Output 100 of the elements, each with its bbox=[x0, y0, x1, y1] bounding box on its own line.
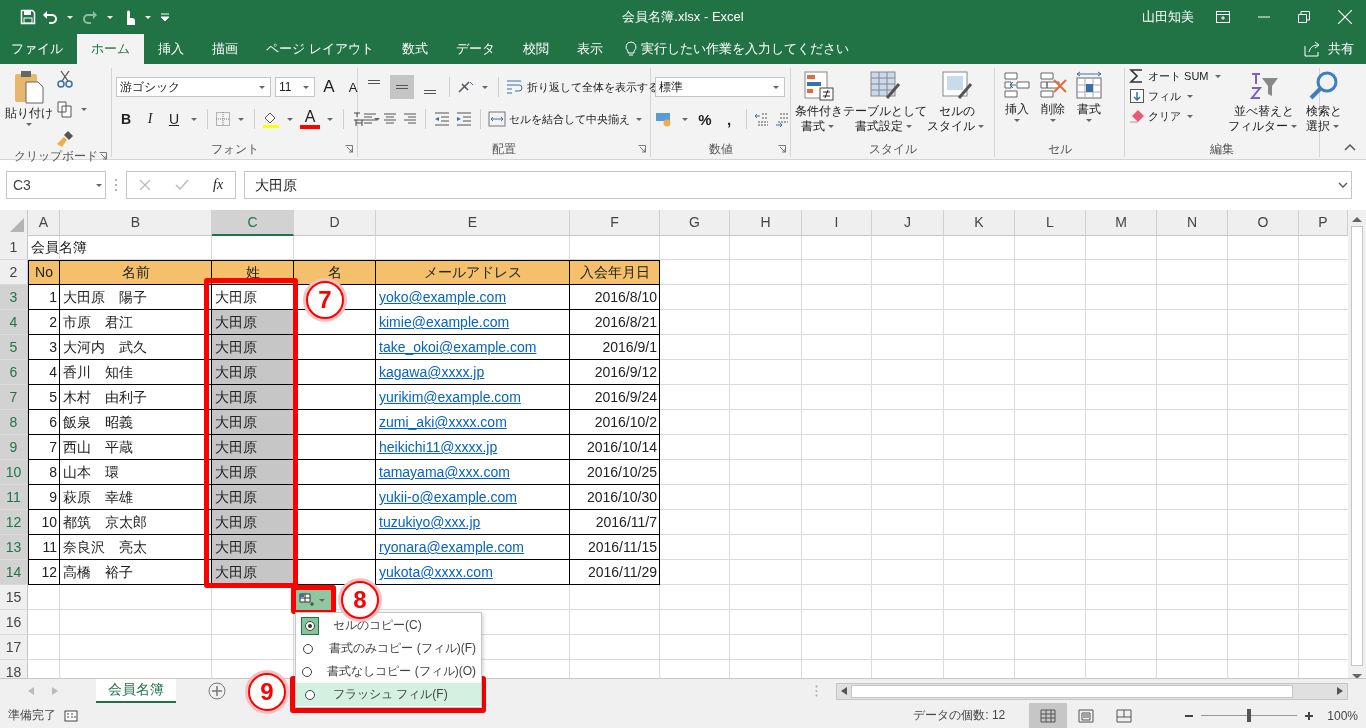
decrease-decimal-icon[interactable] bbox=[774, 111, 790, 127]
row-header[interactable]: 3 bbox=[0, 285, 28, 310]
column-header[interactable]: L bbox=[1015, 210, 1086, 236]
row-header[interactable]: 7 bbox=[0, 385, 28, 410]
ribbon-tab[interactable]: 描画 bbox=[198, 34, 252, 64]
drag-handle-icon[interactable] bbox=[114, 178, 118, 192]
menu-item[interactable]: フラッシュ フィル(F) bbox=[296, 683, 481, 706]
row-header[interactable]: 2 bbox=[0, 260, 28, 285]
vertical-align-button[interactable] bbox=[390, 75, 414, 99]
table-cell[interactable]: 大田原 bbox=[212, 385, 294, 410]
undo-icon[interactable] bbox=[42, 9, 58, 25]
column-header[interactable]: H bbox=[730, 210, 802, 236]
row-header[interactable]: 1 bbox=[0, 235, 28, 260]
row-header[interactable]: 13 bbox=[0, 535, 28, 560]
expand-formula-bar-icon[interactable] bbox=[1338, 182, 1348, 188]
increase-indent-icon[interactable] bbox=[455, 111, 473, 127]
font-size-field[interactable]: 11 bbox=[275, 77, 315, 97]
table-cell[interactable]: 大田原 bbox=[212, 485, 294, 510]
column-header[interactable]: I bbox=[802, 210, 872, 236]
email-link[interactable]: heikichi11@xxxx.jp bbox=[379, 439, 498, 455]
email-link[interactable]: tamayama@xxx.com bbox=[379, 464, 510, 480]
row-header[interactable]: 10 bbox=[0, 460, 28, 485]
column-header[interactable]: N bbox=[1157, 210, 1228, 236]
horizontal-scrollbar[interactable] bbox=[836, 682, 1348, 700]
enter-check-icon[interactable] bbox=[175, 179, 189, 191]
row-header[interactable]: 16 bbox=[0, 610, 28, 635]
column-header[interactable]: J bbox=[872, 210, 944, 236]
ribbon-tab[interactable]: ページ レイアウト bbox=[252, 34, 388, 64]
find-select-button[interactable]: 検索と 選択 bbox=[1303, 68, 1344, 136]
table-cell[interactable]: 大田原 bbox=[212, 435, 294, 460]
scroll-up-icon[interactable] bbox=[1352, 216, 1362, 222]
scissors-icon[interactable] bbox=[56, 70, 74, 88]
copy-icon[interactable] bbox=[56, 100, 74, 118]
cells-button[interactable]: 挿入 bbox=[999, 68, 1035, 124]
email-link[interactable]: kimie@example.com bbox=[379, 314, 510, 330]
scrollbar-thumb[interactable] bbox=[851, 684, 1293, 698]
email-link[interactable]: yurikim@example.com bbox=[379, 389, 521, 405]
dialog-launcher-icon[interactable] bbox=[638, 145, 646, 153]
table-cell[interactable]: 大田原 bbox=[212, 510, 294, 535]
email-link[interactable]: yoko@example.com bbox=[379, 289, 507, 305]
row-header[interactable]: 4 bbox=[0, 310, 28, 335]
row-header[interactable]: 9 bbox=[0, 435, 28, 460]
macro-record-icon[interactable] bbox=[64, 709, 78, 722]
vertical-scrollbar[interactable] bbox=[1348, 210, 1366, 678]
bold-button[interactable]: B bbox=[116, 108, 136, 130]
fill-color-icon[interactable] bbox=[262, 110, 280, 128]
email-link[interactable]: yukii-o@example.com bbox=[379, 489, 517, 505]
phonetic-guide-icon[interactable] bbox=[351, 111, 367, 127]
table-cell[interactable]: 大田原 bbox=[212, 360, 294, 385]
column-header[interactable]: B bbox=[60, 210, 212, 236]
row-header[interactable]: 8 bbox=[0, 410, 28, 435]
row-header[interactable]: 6 bbox=[0, 360, 28, 385]
increase-decimal-icon[interactable] bbox=[754, 111, 770, 127]
column-header[interactable]: D bbox=[294, 210, 376, 236]
ribbon-tab[interactable]: 挿入 bbox=[144, 34, 198, 64]
sheet-tab[interactable]: 会員名簿 bbox=[96, 679, 176, 703]
horizontal-align-icon[interactable] bbox=[382, 111, 398, 127]
scroll-left-icon[interactable] bbox=[841, 687, 847, 695]
scrollbar-thumb[interactable] bbox=[1351, 226, 1363, 666]
email-link[interactable]: zumi_aki@xxxx.com bbox=[379, 414, 507, 430]
table-cell[interactable]: 大田原 bbox=[212, 560, 294, 585]
new-sheet-icon[interactable] bbox=[208, 682, 226, 700]
column-header[interactable]: O bbox=[1228, 210, 1299, 236]
menu-item[interactable]: 書式のみコピー (フィル)(F) bbox=[296, 637, 481, 660]
zoom-level[interactable]: 100% bbox=[1327, 708, 1358, 723]
ribbon-tab[interactable]: データ bbox=[441, 34, 509, 64]
style-button[interactable]: テーブルとして 書式設定 bbox=[843, 68, 927, 136]
percent-button[interactable]: % bbox=[695, 108, 715, 130]
fill-options-button[interactable] bbox=[296, 590, 331, 610]
column-header[interactable]: P bbox=[1299, 210, 1348, 236]
ribbon-tab[interactable]: 数式 bbox=[387, 34, 442, 64]
shrink-font-button[interactable]: A bbox=[343, 76, 363, 98]
menu-item[interactable]: 書式なしコピー (フィル)(O) bbox=[296, 660, 481, 683]
email-link[interactable]: kagawa@xxxx.jp bbox=[379, 364, 485, 380]
name-box[interactable]: C3 bbox=[6, 171, 106, 199]
tell-me-search[interactable]: 実行したい作業を入力してください bbox=[640, 40, 849, 58]
autosum-button[interactable]: オート SUM bbox=[1129, 68, 1224, 84]
table-cell[interactable]: 大田原 bbox=[212, 310, 294, 335]
cells-button[interactable]: 書式 bbox=[1071, 68, 1107, 124]
table-cell[interactable]: 大田原 bbox=[212, 335, 294, 360]
text-orientation-icon[interactable] bbox=[457, 79, 475, 95]
redo-icon[interactable] bbox=[82, 9, 98, 25]
insert-function-button[interactable]: fx bbox=[213, 177, 224, 193]
row-header[interactable]: 18 bbox=[0, 660, 28, 678]
row-header[interactable]: 17 bbox=[0, 635, 28, 660]
collapse-ribbon-icon[interactable] bbox=[1344, 143, 1356, 151]
style-button[interactable]: 条件付き 書式 bbox=[795, 68, 843, 136]
table-cell[interactable]: 大田原 bbox=[212, 535, 294, 560]
row-header[interactable]: 12 bbox=[0, 510, 28, 535]
row-header[interactable]: 11 bbox=[0, 485, 28, 510]
ribbon-tab[interactable]: ホーム bbox=[77, 34, 144, 64]
style-button[interactable]: セルの スタイル bbox=[927, 68, 987, 136]
email-link[interactable]: tuzukiyo@xxx.jp bbox=[379, 514, 481, 530]
dialog-launcher-icon[interactable] bbox=[99, 152, 107, 160]
email-link[interactable]: take_okoi@example.com bbox=[379, 339, 537, 355]
fill-button[interactable]: フィル bbox=[1129, 88, 1224, 104]
column-header[interactable]: C bbox=[212, 210, 294, 236]
customize-toolbar-icon[interactable] bbox=[160, 12, 170, 22]
horizontal-align-icon[interactable] bbox=[362, 111, 378, 127]
clear-button[interactable]: クリア bbox=[1129, 108, 1224, 124]
